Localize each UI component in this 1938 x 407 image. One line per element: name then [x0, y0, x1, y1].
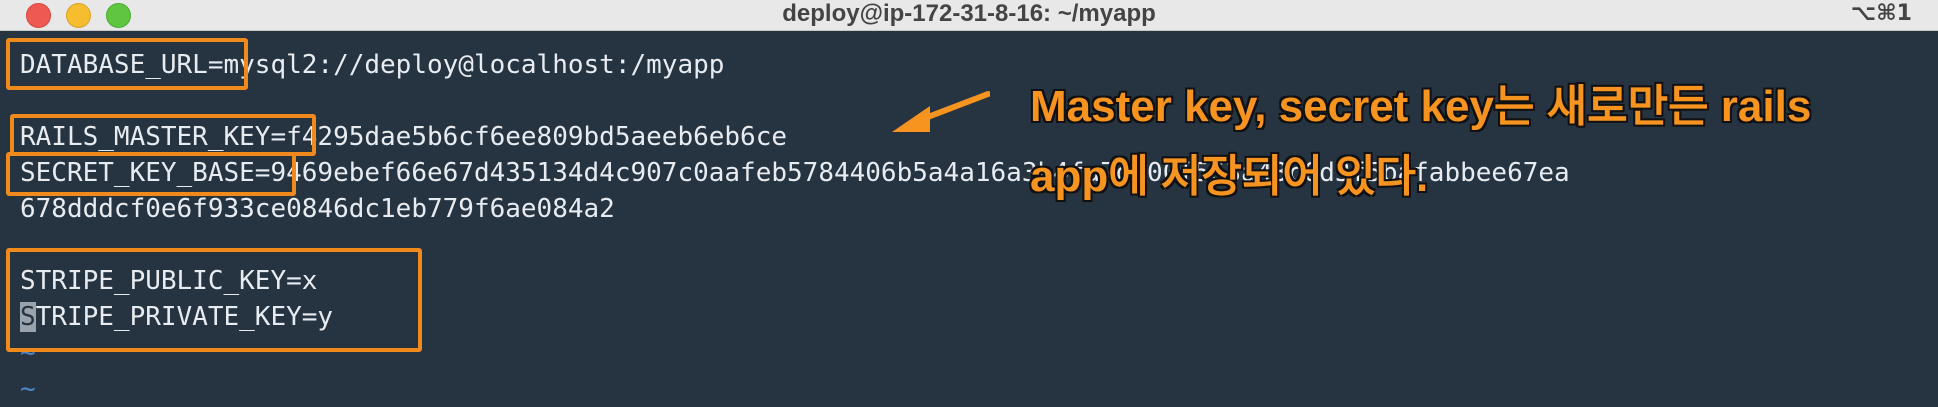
annotation-arrow-icon: [892, 91, 990, 132]
empty-line-marker: ~: [20, 374, 36, 404]
highlight-database-url: [6, 38, 248, 90]
highlight-rails-master-key: [10, 114, 316, 156]
window-shortcut: ⌥⌘1: [1850, 1, 1912, 26]
highlight-secret-key-base: [6, 152, 296, 196]
window-title: deploy@ip-172-31-8-16: ~/myapp: [782, 0, 1156, 27]
highlight-stripe-keys: [6, 248, 422, 352]
annotation-line-2: app에 저장되어 있다.: [1030, 152, 1429, 201]
annotation-line-1: Master key, secret key는 새로만든 rails: [1030, 82, 1812, 131]
annotation-text: Master key, secret key는 새로만든 rails app에 …: [1030, 72, 1811, 212]
window-titlebar: deploy@ip-172-31-8-16: ~/myapp ⌥⌘1: [0, 0, 1938, 31]
env-secret-key-base-continuation: 678dddcf0e6f933ce0846dc1eb779f6ae084a2: [20, 194, 615, 224]
